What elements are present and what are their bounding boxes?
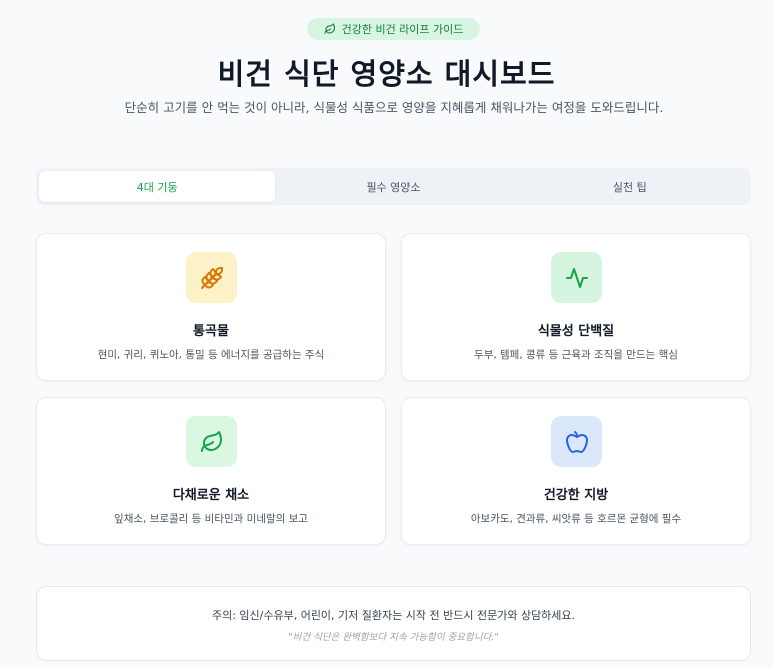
wheat-icon — [200, 266, 223, 289]
notice-quote: "비건 식단은 완벽함보다 지속 가능함이 중요합니다." — [288, 632, 499, 643]
caution-notice: 주의: 임신/수유부, 어린이, 기저 질환자는 시작 전 반드시 전문가와 상… — [36, 586, 751, 661]
card-description: 아보카도, 견과류, 씨앗류 등 호르몬 균형에 필수 — [470, 513, 682, 525]
pillar-card-plant-protein[interactable]: 식물성 단백질 두부, 템페, 콩류 등 근육과 조직을 만드는 핵심 — [401, 233, 751, 381]
icon-container — [551, 416, 602, 467]
activity-icon — [565, 267, 588, 288]
caution-text: 주의: 임신/수유부, 어린이, 기저 질환자는 시작 전 반드시 전문가와 상… — [211, 609, 576, 622]
tab-four-pillars[interactable]: 4대 기둥 — [39, 171, 276, 202]
apple-icon — [565, 430, 588, 453]
card-description: 현미, 귀리, 퀴노아, 통밀 등 에너지를 공급하는 주식 — [97, 349, 325, 361]
page-subtitle: 단순히 고기를 안 먹는 것이 아니라, 식물성 식품으로 영양을 지혜롭게 채… — [124, 100, 664, 115]
pillar-card-vegetables[interactable]: 다채로운 채소 잎채소, 브로콜리 등 비타민과 미네랄의 보고 — [36, 397, 386, 545]
icon-container — [186, 416, 237, 467]
card-title: 통곡물 — [193, 324, 229, 339]
card-title: 식물성 단백질 — [537, 324, 615, 339]
tab-essential-nutrients[interactable]: 필수 영양소 — [275, 171, 511, 202]
header-badge: 건강한 비건 라이프 가이드 — [307, 18, 480, 40]
page-title: 비건 식단 영양소 대시보드 — [217, 57, 556, 91]
leaf-icon — [200, 430, 222, 452]
card-description: 두부, 템페, 콩류 등 근육과 조직을 만드는 핵심 — [474, 349, 678, 361]
card-title: 건강한 지방 — [543, 488, 609, 503]
card-title: 다채로운 채소 — [172, 488, 250, 503]
dashboard-page: 건강한 비건 라이프 가이드 비건 식단 영양소 대시보드 단순히 고기를 안 … — [0, 0, 773, 668]
leaf-icon — [324, 23, 335, 35]
card-description: 잎채소, 브로콜리 등 비타민과 미네랄의 보고 — [114, 513, 308, 525]
icon-container — [186, 252, 237, 303]
badge-label: 건강한 비건 라이프 가이드 — [341, 23, 464, 36]
tab-bar: 4대 기둥 필수 영양소 실천 팁 — [36, 168, 751, 205]
tab-practical-tips[interactable]: 실천 팁 — [512, 171, 748, 202]
pillar-card-healthy-fats[interactable]: 건강한 지방 아보카도, 견과류, 씨앗류 등 호르몬 균형에 필수 — [401, 397, 751, 545]
pillar-card-whole-grains[interactable]: 통곡물 현미, 귀리, 퀴노아, 통밀 등 에너지를 공급하는 주식 — [36, 233, 386, 381]
icon-container — [551, 252, 602, 303]
